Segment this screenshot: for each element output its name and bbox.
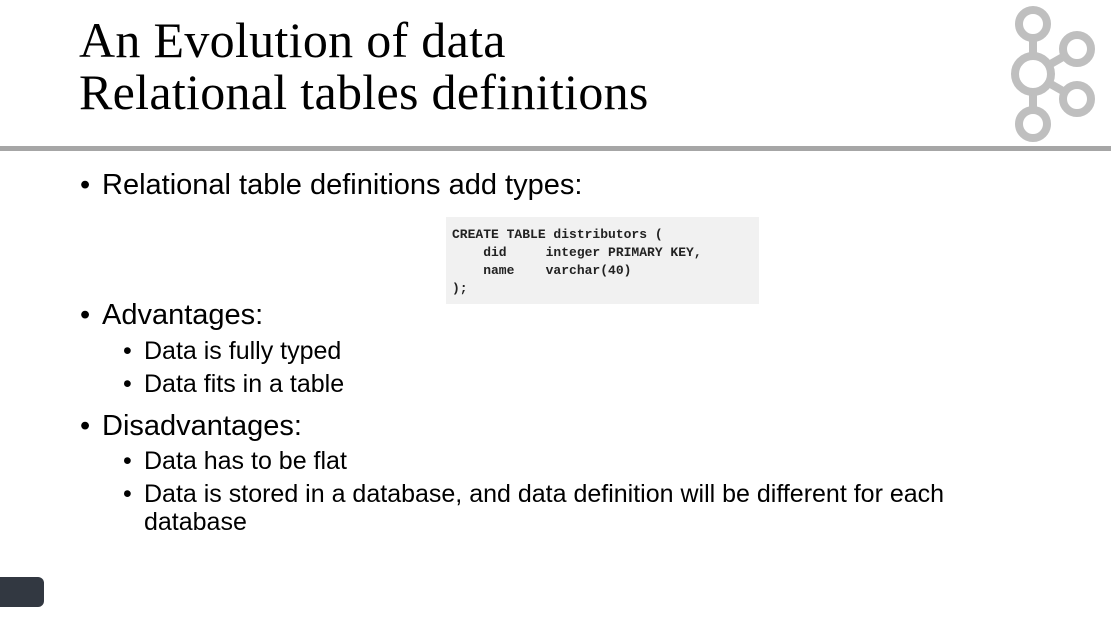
sub-bullet-flat: • Data has to be flat <box>123 447 347 475</box>
slide-nav-tab[interactable] <box>0 577 44 607</box>
sql-code-block: CREATE TABLE distributors ( did integer … <box>446 217 759 304</box>
slide-title: An Evolution of data Relational tables d… <box>79 14 649 118</box>
bullet-intro-text: Relational table definitions add types: <box>102 169 583 201</box>
sub-bullet-flat-text: Data has to be flat <box>144 447 347 475</box>
bullet-marker: • <box>80 410 91 442</box>
sub-bullet-fully-typed-text: Data is fully typed <box>144 337 342 365</box>
bullet-marker: • <box>123 337 132 365</box>
bullet-intro: • Relational table definitions add types: <box>80 169 582 201</box>
bullet-advantages: • Advantages: <box>80 299 263 331</box>
sub-bullet-fits-table-text: Data fits in a table <box>144 370 345 398</box>
sub-bullet-fully-typed: • Data is fully typed <box>123 337 341 365</box>
title-divider <box>0 146 1111 151</box>
bullet-advantages-text: Advantages: <box>102 299 264 331</box>
bullet-marker: • <box>123 370 132 398</box>
sub-bullet-database-text: Data is stored in a database, and data d… <box>144 480 945 508</box>
bullet-marker: • <box>123 447 132 475</box>
slide-title-line-1: An Evolution of data <box>79 12 506 68</box>
slide-title-line-2: Relational tables definitions <box>79 64 649 120</box>
bullet-disadvantages-text: Disadvantages: <box>102 410 302 442</box>
sub-bullet-database: • Data is stored in a database, and data … <box>123 480 944 508</box>
sub-bullet-fits-table: • Data fits in a table <box>123 370 344 398</box>
bullet-disadvantages: • Disadvantages: <box>80 410 302 442</box>
bullet-marker: • <box>123 480 132 508</box>
bullet-marker: • <box>80 299 91 331</box>
bullet-marker: • <box>80 169 91 201</box>
kafka-logo-icon <box>1011 6 1095 142</box>
sub-bullet-database-continuation: database <box>144 508 247 536</box>
